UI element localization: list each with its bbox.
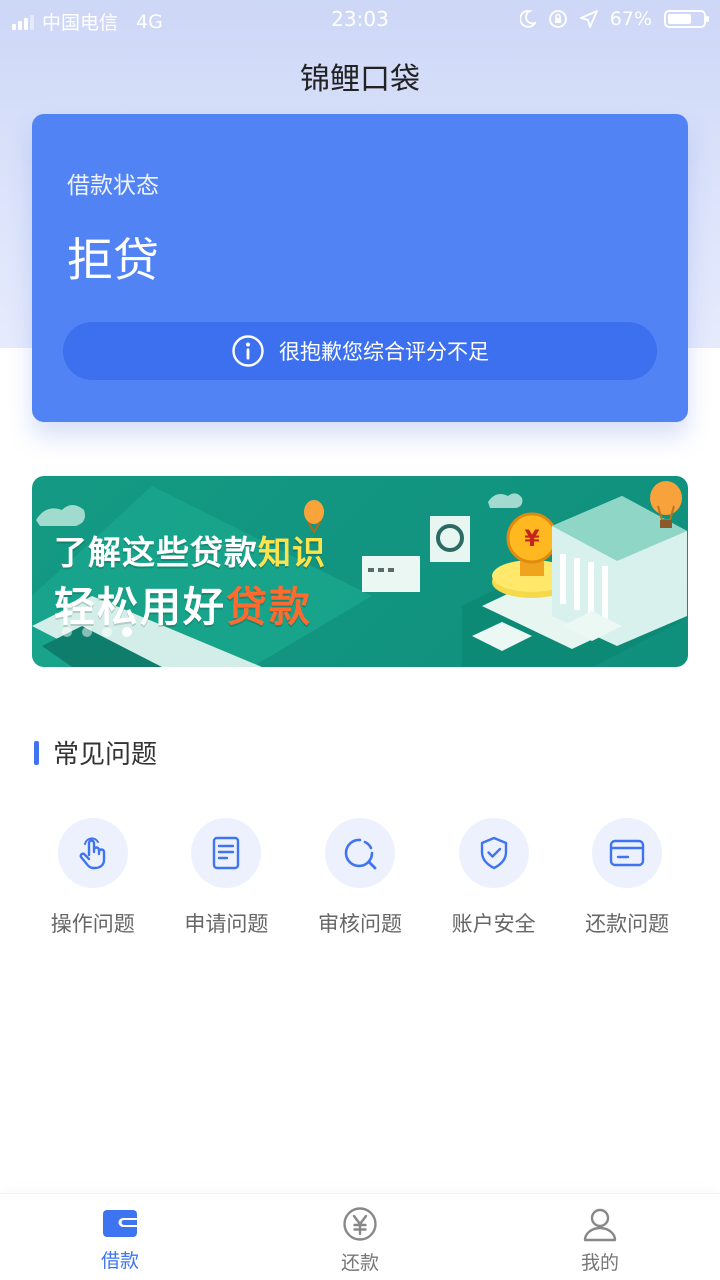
tab-borrow[interactable]: 借款: [0, 1194, 240, 1280]
user-icon: [583, 1208, 617, 1242]
battery-icon: [664, 10, 709, 28]
page-title: 锦鲤口袋: [300, 62, 420, 97]
faq-icon-circle: [592, 818, 663, 888]
faq-icon-circle: [191, 818, 262, 888]
faq-item-review[interactable]: 审核问题: [293, 818, 427, 938]
wallet-icon: [103, 1210, 137, 1237]
loan-status-value: 拒贷: [67, 233, 159, 287]
faq-icon-circle: [458, 818, 529, 888]
tab-mine[interactable]: 我的: [480, 1194, 720, 1280]
banner-line-2: 轻松用好贷款: [54, 573, 312, 633]
faq-icon-circle: [324, 818, 395, 888]
battery-level: [668, 14, 691, 24]
faq-item-label: 审核问题: [317, 912, 402, 936]
tab-label: 我的: [580, 1252, 619, 1274]
tap-hand-icon: [79, 837, 105, 870]
yen-coin-icon: [343, 1207, 377, 1241]
tab-label: 还款: [340, 1252, 379, 1274]
banner-pagination[interactable]: [62, 627, 132, 637]
bottom-tab-bar: 借款 还款 我的: [0, 1194, 720, 1280]
faq-item-label: 还款问题: [585, 912, 670, 936]
document-icon: [213, 836, 240, 870]
pagination-dot[interactable]: [82, 627, 92, 637]
info-icon: [232, 335, 264, 367]
loan-status-label: 借款状态: [67, 173, 159, 199]
rotation-lock-icon: [548, 10, 567, 28]
loan-status-card: 借款状态 拒贷 很抱歉您综合评分不足: [32, 114, 688, 422]
banner-line-2-text: 轻松用好: [54, 583, 226, 631]
promo-banner[interactable]: ¥ 了解这些贷款知识 轻松用好贷款: [32, 476, 688, 667]
review-search-icon: [344, 838, 377, 870]
faq-item-label: 申请问题: [184, 912, 269, 936]
banner-line-1-highlight: 知识: [258, 533, 326, 572]
status-bar: 中国电信 4G 23:03 67%: [0, 0, 720, 40]
shield-check-icon: [480, 836, 507, 870]
faq-item-application[interactable]: 申请问题: [160, 818, 294, 938]
pagination-dot[interactable]: [102, 627, 112, 637]
pagination-dot[interactable]: [62, 627, 72, 637]
card-icon: [609, 839, 645, 867]
faq-item-repayment[interactable]: 还款问题: [560, 818, 694, 938]
tab-label: 借款: [100, 1250, 139, 1272]
faq-grid: 操作问题 申请问题 审核问题 账户安全 还款问题: [26, 818, 694, 938]
faq-item-label: 账户安全: [451, 912, 536, 936]
banner-line-1: 了解这些贷款知识: [54, 526, 326, 574]
tab-repay[interactable]: 还款: [240, 1194, 480, 1280]
banner-line-2-highlight: 贷款: [226, 583, 312, 631]
svg-text:¥: ¥: [524, 527, 540, 552]
faq-item-account-security[interactable]: 账户安全: [427, 818, 561, 938]
section-accent-bar: [34, 740, 39, 765]
status-right: 67%: [519, 8, 709, 30]
pagination-dot[interactable]: [122, 627, 132, 637]
faq-item-label: 操作问题: [50, 912, 135, 936]
location-arrow-icon: [579, 10, 598, 28]
faq-section-header: 常见问题: [34, 734, 157, 771]
banner-line-1-text: 了解这些贷款: [54, 533, 258, 572]
rejection-reason-pill: 很抱歉您综合评分不足: [63, 322, 657, 380]
faq-item-operation[interactable]: 操作问题: [26, 818, 160, 938]
faq-icon-circle: [57, 818, 128, 888]
moon-icon: [519, 10, 536, 28]
rejection-reason-text: 很抱歉您综合评分不足: [279, 340, 489, 364]
battery-percent: 67%: [609, 8, 652, 30]
faq-section-title: 常见问题: [53, 740, 158, 770]
